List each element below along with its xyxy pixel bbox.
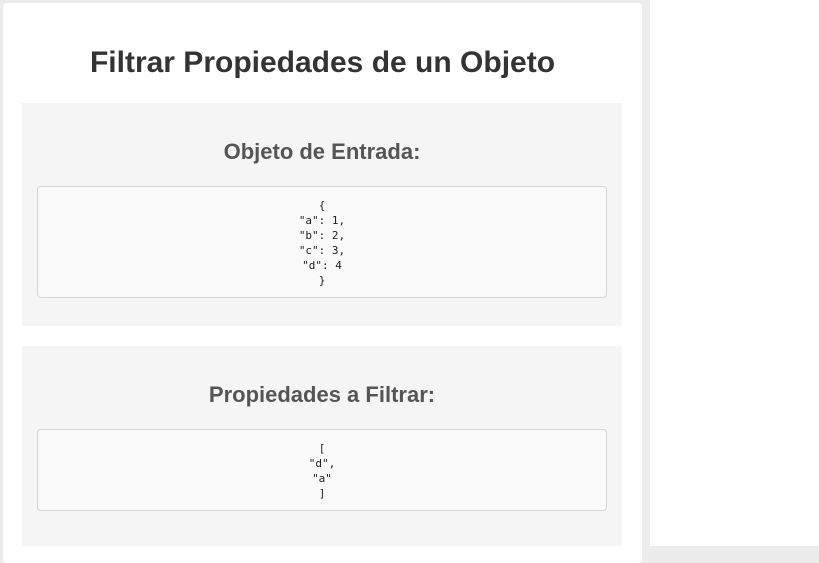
input-object-code-box: { "a": 1, "b": 2, "c": 3, "d": 4 } [37,186,607,298]
main-card: Filtrar Propiedades de un Objeto Objeto … [3,3,642,563]
viewport: Filtrar Propiedades de un Objeto Objeto … [0,0,650,563]
blank-area [650,0,819,546]
page-title: Filtrar Propiedades de un Objeto [89,46,556,79]
input-object-section: Objeto de Entrada: { "a": 1, "b": 2, "c"… [22,103,622,326]
filter-properties-code-box: [ "d", "a" ] [37,429,607,511]
filter-properties-code: [ "d", "a" ] [308,442,336,500]
input-object-heading: Objeto de Entrada: [223,139,421,164]
filter-properties-section: Propiedades a Filtrar: [ "d", "a" ] [22,346,622,546]
filter-properties-heading: Propiedades a Filtrar: [208,382,436,407]
input-object-code: { "a": 1, "b": 2, "c": 3, "d": 4 } [298,199,346,287]
